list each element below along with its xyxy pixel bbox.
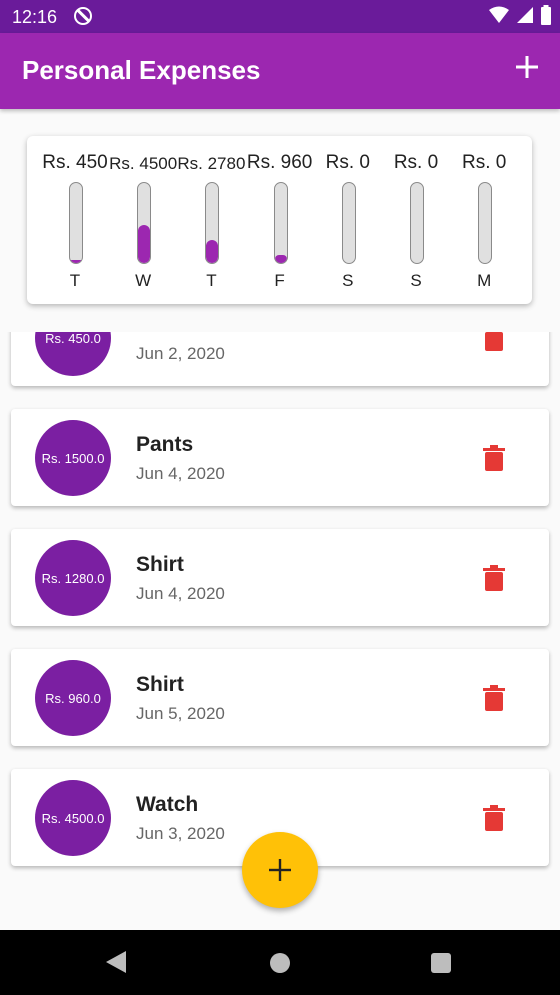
system-nav-bar xyxy=(0,930,560,995)
chart-bar-fill xyxy=(138,224,151,263)
chart-bar-track xyxy=(137,182,152,264)
transaction-date: Jun 4, 2020 xyxy=(136,584,225,603)
status-bar: 12:16 xyxy=(0,0,560,33)
chart-bar-track xyxy=(478,182,493,264)
do-not-disturb-icon xyxy=(74,7,92,25)
chart-bar-track xyxy=(341,182,356,264)
transaction-date: Jun 2, 2020 xyxy=(136,344,225,363)
chart-bar-amount: Rs. 0 xyxy=(462,152,507,173)
chart-bar-fill xyxy=(274,255,287,263)
chart-bar-day: T xyxy=(69,271,81,290)
amount-avatar: Rs. 450.0 xyxy=(35,332,111,376)
transaction-title: Watch xyxy=(136,793,199,816)
transaction-title: Shoes xyxy=(136,332,199,337)
chart-bar-track xyxy=(273,182,288,264)
home-circle-icon[interactable] xyxy=(270,953,290,973)
delete-trash-icon[interactable] xyxy=(483,445,505,471)
chart-bar-day: T xyxy=(206,271,217,290)
transaction-card[interactable]: Rs. 1500.0 Pants Jun 4, 2020 xyxy=(11,409,549,506)
amount-avatar: Rs. 960.0 xyxy=(35,660,111,736)
chart-bar-track xyxy=(205,182,220,264)
chart-bar-day: S xyxy=(342,271,354,290)
delete-trash-icon[interactable] xyxy=(483,805,505,831)
transaction-card[interactable]: Rs. 1280.0 Shirt Jun 4, 2020 xyxy=(11,529,549,626)
amount-avatar: Rs. 4500.0 xyxy=(35,780,111,856)
app-bar: Personal Expenses xyxy=(0,33,560,109)
transaction-date: Jun 3, 2020 xyxy=(136,824,225,843)
chart-bar-fill xyxy=(70,259,82,263)
page-title: Personal Expenses xyxy=(22,55,261,85)
status-icons xyxy=(487,5,552,25)
transaction-title: Shirt xyxy=(136,553,184,576)
delete-trash-icon[interactable] xyxy=(483,685,505,711)
transaction-card[interactable]: Rs. 450.0 Shoes Jun 2, 2020 xyxy=(11,332,549,386)
chart-bar-column: Rs. 0 M xyxy=(450,136,518,304)
transaction-list[interactable]: Rs. 450.0 Shoes Jun 2, 2020 Rs. 1500.0 Pants… xyxy=(0,332,560,880)
add-transaction-plus-icon[interactable] xyxy=(514,54,540,80)
battery-icon xyxy=(541,5,551,25)
transaction-title: Pants xyxy=(136,433,194,456)
plus-icon xyxy=(269,859,291,881)
delete-trash-icon[interactable] xyxy=(483,332,505,351)
transaction-date: Jun 4, 2020 xyxy=(136,464,225,483)
chart-bar-fill xyxy=(206,239,219,263)
transaction-date: Jun 5, 2020 xyxy=(136,704,225,723)
chart-bar-day: W xyxy=(135,271,152,290)
recents-square-icon[interactable] xyxy=(431,953,451,973)
back-triangle-icon[interactable] xyxy=(104,950,128,974)
chart-bar-day: M xyxy=(477,271,492,290)
delete-trash-icon[interactable] xyxy=(483,565,505,591)
chart-bar-day: S xyxy=(410,271,422,290)
chart-bar-track xyxy=(410,182,424,264)
add-transaction-fab[interactable] xyxy=(242,832,318,908)
amount-avatar: Rs. 1500.0 xyxy=(35,420,111,496)
amount-avatar: Rs. 1280.0 xyxy=(35,540,111,616)
transaction-title: Shirt xyxy=(136,673,184,696)
chart-bar-track xyxy=(69,182,83,264)
chart-bar-day: F xyxy=(274,271,285,290)
transaction-card[interactable]: Rs. 960.0 Shirt Jun 5, 2020 xyxy=(11,649,549,746)
weekly-chart: Rs. 450 T Rs. 4500 W Rs. 2780 T Rs. 960 F Rs. 0S… xyxy=(27,136,532,304)
status-time: 12:16 xyxy=(12,7,58,27)
wifi-icon xyxy=(489,6,510,23)
signal-icon xyxy=(516,7,533,23)
